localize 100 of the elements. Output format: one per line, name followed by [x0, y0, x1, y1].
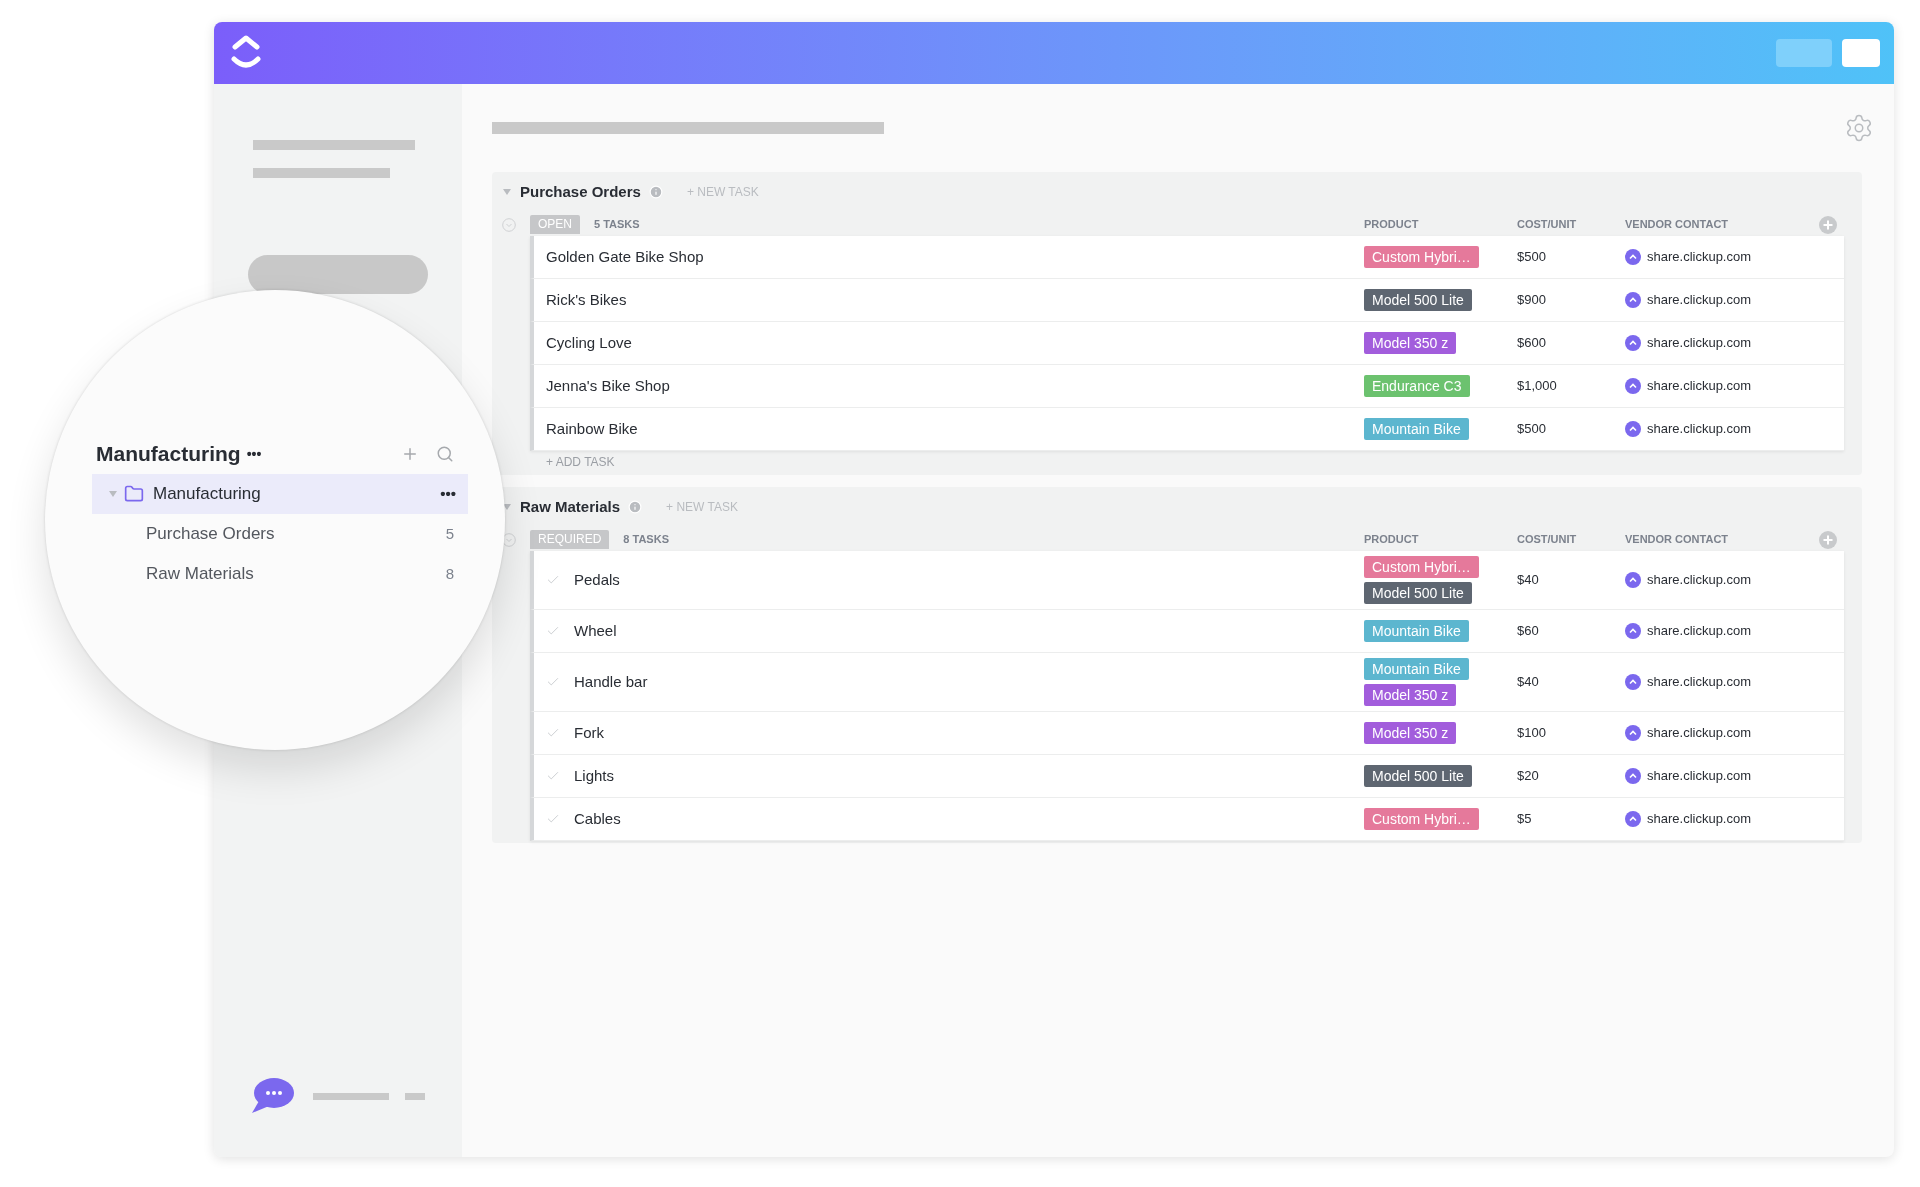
list-count: 5: [445, 523, 454, 544]
product-tag: Mountain Bike: [1364, 418, 1469, 440]
folder-menu[interactable]: •••: [440, 482, 456, 506]
search-icon[interactable]: [436, 445, 454, 463]
task-row[interactable]: Pedals Custom Hybri… Model 500 Lite $40 share.clickup.com: [530, 551, 1844, 610]
check-icon[interactable]: [546, 769, 560, 783]
column-header: COST/UNIT: [1517, 532, 1578, 548]
cost-cell-text: $40: [1517, 571, 1540, 590]
header-button[interactable]: [1776, 39, 1832, 67]
task-name: Wheel: [574, 620, 617, 641]
vendor-link[interactable]: share.clickup.com: [1647, 809, 1752, 829]
add-column-icon[interactable]: [1819, 215, 1837, 234]
cost-cell-text: $600: [1517, 334, 1547, 353]
check-icon[interactable]: [546, 812, 560, 826]
search-pill[interactable]: [248, 255, 428, 294]
vendor-link[interactable]: share.clickup.com: [1647, 333, 1752, 353]
vendor-link[interactable]: share.clickup.com: [1647, 290, 1752, 310]
task-row[interactable]: Cycling Love Model 350 z $600 share.clickup.com: [530, 322, 1844, 365]
task-name: Cables: [574, 808, 621, 829]
task-name: Cycling Love: [546, 332, 632, 353]
folder-item[interactable]: Manufacturing •••: [92, 474, 468, 514]
collapse-circle-icon[interactable]: [502, 532, 516, 547]
cost-cell-text: $40: [1517, 673, 1540, 692]
task-row[interactable]: Lights Model 500 Lite $20 share.clickup.com: [530, 755, 1844, 798]
product-tag: Model 500 Lite: [1364, 289, 1472, 311]
task-row[interactable]: Jenna's Bike Shop Endurance C3 $1,000 share.clickup.com: [530, 365, 1844, 408]
product-tag: Model 500 Lite: [1364, 582, 1472, 604]
list-title: Raw Materials: [520, 496, 621, 517]
column-header: COST/UNIT: [1517, 217, 1578, 233]
task-name: Pedals: [574, 569, 620, 590]
link-icon: [1625, 623, 1641, 639]
task-row[interactable]: Fork Model 350 z $100 share.clickup.com: [530, 712, 1844, 755]
task-name: Rainbow Bike: [546, 418, 638, 439]
cost-cell-text: $60: [1517, 622, 1540, 641]
task-row[interactable]: Golden Gate Bike Shop Custom Hybri… $500 share.clickup.com: [530, 236, 1844, 279]
expand-caret-icon[interactable]: [108, 490, 118, 498]
vendor-link[interactable]: share.clickup.com: [1647, 766, 1752, 786]
status-badge: REQUIRED: [530, 530, 610, 549]
check-icon[interactable]: [546, 675, 560, 689]
task-name: Handle bar: [574, 671, 648, 692]
link-icon: [1625, 811, 1641, 827]
product-tag: Model 350 z: [1364, 722, 1457, 744]
task-count: 8 TASKS: [623, 532, 669, 548]
list-item[interactable]: Purchase Orders 5: [92, 514, 468, 554]
link-icon: [1625, 674, 1641, 690]
vendor-link[interactable]: share.clickup.com: [1647, 419, 1752, 439]
vendor-link[interactable]: share.clickup.com: [1647, 570, 1752, 590]
folder-label: Manufacturing: [153, 483, 261, 506]
product-tag: Model 350 z: [1364, 684, 1457, 706]
info-icon[interactable]: [628, 500, 643, 514]
cost-cell-text: $20: [1517, 767, 1540, 786]
product-tag: Mountain Bike: [1364, 620, 1469, 642]
list-item[interactable]: Raw Materials 8: [92, 554, 468, 594]
check-icon[interactable]: [546, 573, 560, 587]
link-icon: [1625, 292, 1641, 308]
chat-bubble-icon[interactable]: [249, 1077, 295, 1115]
folder-icon: [124, 484, 144, 504]
vendor-link[interactable]: share.clickup.com: [1647, 376, 1752, 396]
link-icon: [1625, 421, 1641, 437]
collapse-caret-icon[interactable]: [502, 188, 512, 196]
plus-icon[interactable]: [401, 445, 419, 463]
collapse-circle-icon[interactable]: [502, 217, 516, 232]
task-row[interactable]: Rainbow Bike Mountain Bike $500 share.clickup.com: [530, 408, 1844, 451]
check-icon[interactable]: [546, 726, 560, 740]
link-icon: [1625, 335, 1641, 351]
link-icon: [1625, 725, 1641, 741]
link-icon: [1625, 572, 1641, 588]
info-icon[interactable]: [648, 185, 663, 199]
product-tag: Custom Hybri…: [1364, 808, 1479, 830]
vendor-link[interactable]: share.clickup.com: [1647, 723, 1752, 743]
space-menu[interactable]: •••: [246, 443, 262, 465]
product-tag: Endurance C3: [1364, 375, 1470, 397]
cost-cell-text: $900: [1517, 291, 1547, 310]
vendor-link[interactable]: share.clickup.com: [1647, 672, 1752, 692]
task-row[interactable]: Handle bar Mountain Bike Model 350 z $40 share.clickup.com: [530, 653, 1844, 712]
task-name: Rick's Bikes: [546, 289, 627, 310]
settings-icon[interactable]: [1844, 113, 1874, 143]
cost-cell-text: $1,000: [1517, 377, 1558, 396]
link-icon: [1625, 378, 1641, 394]
vendor-link[interactable]: share.clickup.com: [1647, 247, 1752, 267]
add-column-icon[interactable]: [1819, 530, 1837, 549]
column-header: PRODUCT: [1364, 532, 1420, 548]
link-icon: [1625, 768, 1641, 784]
task-row[interactable]: Wheel Mountain Bike $60 share.clickup.com: [530, 610, 1844, 653]
check-icon[interactable]: [546, 624, 560, 638]
status-badge: OPEN: [530, 215, 580, 234]
product-tag: Model 350 z: [1364, 332, 1457, 354]
cost-cell-text: $5: [1517, 810, 1533, 829]
task-row[interactable]: Cables Custom Hybri… $5 share.clickup.com: [530, 798, 1844, 841]
cost-cell-text: $500: [1517, 420, 1547, 439]
list-count: 8: [445, 563, 454, 584]
header-button[interactable]: [1842, 39, 1880, 67]
product-tag: Custom Hybri…: [1364, 246, 1479, 268]
cost-cell-text: $100: [1517, 724, 1547, 743]
cost-cell-text: $500: [1517, 248, 1547, 267]
task-row[interactable]: Rick's Bikes Model 500 Lite $900 share.clickup.com: [530, 279, 1844, 322]
task-name: Jenna's Bike Shop: [546, 375, 670, 396]
column-header: VENDOR CONTACT: [1625, 217, 1729, 233]
column-header: VENDOR CONTACT: [1625, 532, 1729, 548]
vendor-link[interactable]: share.clickup.com: [1647, 621, 1752, 641]
